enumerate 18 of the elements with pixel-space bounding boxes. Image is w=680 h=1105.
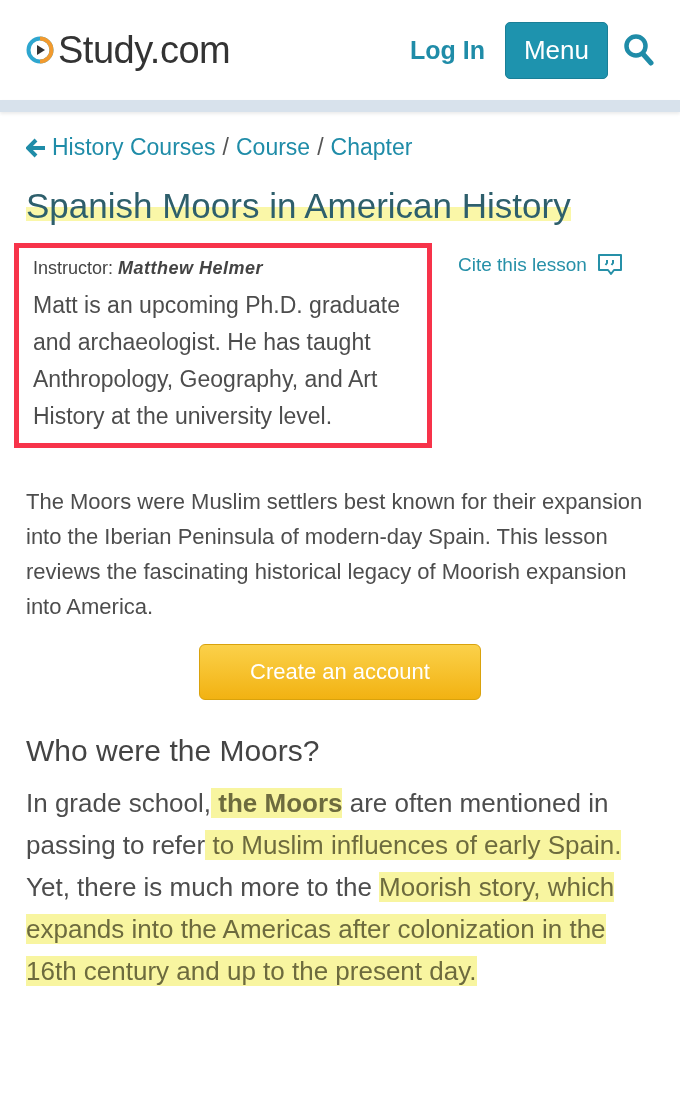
breadcrumb-separator: /: [222, 134, 229, 161]
breadcrumb-link[interactable]: History Courses: [26, 134, 216, 161]
quote-bubble-icon: [596, 253, 623, 277]
cite-lesson-link[interactable]: Cite this lesson: [458, 253, 623, 277]
breadcrumb-separator: /: [317, 134, 324, 161]
menu-button[interactable]: Menu: [504, 21, 608, 79]
breadcrumb-link[interactable]: Chapter: [330, 134, 413, 161]
instructor-bio: Matt is an upcoming Ph.D. graduate and archaeologist. He has taught Anthropology, Geography, and Art History at the university level.: [33, 291, 401, 431]
section-paragraph: In grade school, the Moors are often mentioned in passing to refer to Muslim influences of early Spain. Yet, there is much more to the Moorish story, which expands into the Americas after colonization in the 16th century and up to the present day.: [26, 787, 623, 988]
breadcrumb-link[interactable]: Course: [236, 134, 311, 161]
lesson-summary: The Moors were Muslim settlers best known for their expansion into the Iberian Peninsula of modern-day Spain. This lesson reviews the fascinating historical legacy of Moorish expansion into America.: [26, 488, 644, 621]
login-link[interactable]: Log In: [409, 35, 485, 65]
logo-text[interactable]: Study.com: [58, 28, 231, 72]
play-logo-icon: [26, 36, 54, 64]
search-icon[interactable]: [624, 34, 654, 66]
instructor-line: Instructor: Matthew Helmer: [33, 258, 265, 279]
section-heading: Who were the Moors?: [26, 734, 321, 768]
back-arrow-icon: [26, 137, 46, 158]
